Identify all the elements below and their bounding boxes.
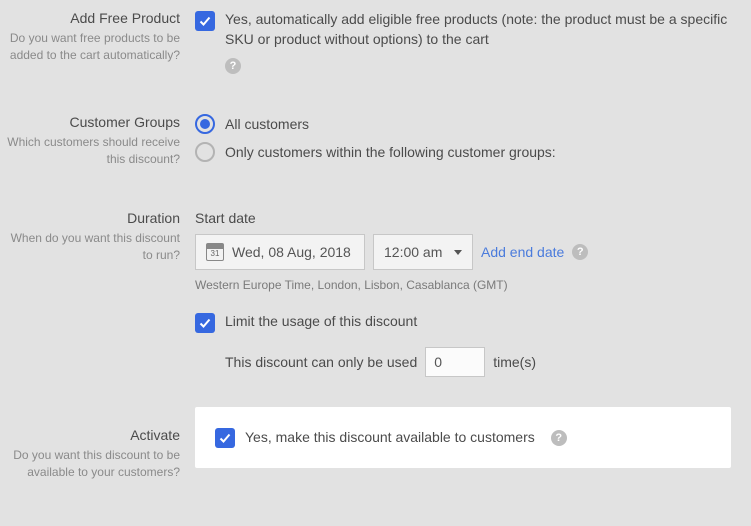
start-time-select[interactable]: 12:00 am xyxy=(373,234,473,270)
content-customer-groups: All customers Only customers within the … xyxy=(195,114,731,170)
section-add-free-product: Add Free Product Do you want free produc… xyxy=(0,10,731,74)
checkbox-label-limit: Limit the usage of this discount xyxy=(225,312,417,332)
label-sub-customer-groups: Which customers should receive this disc… xyxy=(0,134,180,168)
usage-suffix: time(s) xyxy=(493,354,536,370)
help-icon[interactable]: ? xyxy=(572,244,588,260)
start-date-input[interactable]: Wed, 08 Aug, 2018 xyxy=(195,234,365,270)
chevron-down-icon xyxy=(454,250,462,255)
usage-prefix: This discount can only be used xyxy=(225,354,417,370)
radio-only-groups[interactable] xyxy=(195,142,215,162)
checkbox-limit-usage[interactable] xyxy=(195,313,215,333)
radio-all-customers[interactable] xyxy=(195,114,215,134)
label-sub-free-product: Do you want free products to be added to… xyxy=(0,30,180,64)
checkbox-label-activate: Yes, make this discount available to cus… xyxy=(245,428,535,448)
label-col-activate: Activate Do you want this discount to be… xyxy=(0,407,195,481)
content-duration: Start date Wed, 08 Aug, 2018 12:00 am Ad… xyxy=(195,210,731,377)
help-icon[interactable]: ? xyxy=(551,430,567,446)
usage-count-input[interactable]: 0 xyxy=(425,347,485,377)
section-customer-groups: Customer Groups Which customers should r… xyxy=(0,114,731,170)
label-col-free-product: Add Free Product Do you want free produc… xyxy=(0,10,195,74)
help-icon[interactable]: ? xyxy=(225,58,241,74)
content-free-product: Yes, automatically add eligible free pro… xyxy=(195,10,731,74)
section-activate: Activate Do you want this discount to be… xyxy=(0,407,731,481)
radio-label-only: Only customers within the following cust… xyxy=(225,144,556,160)
label-col-customer-groups: Customer Groups Which customers should r… xyxy=(0,114,195,170)
label-title-duration: Duration xyxy=(0,210,180,226)
start-date-label: Start date xyxy=(195,210,731,226)
label-title-customer-groups: Customer Groups xyxy=(0,114,180,130)
timezone-note: Western Europe Time, London, Lisbon, Cas… xyxy=(195,278,731,292)
radio-label-all: All customers xyxy=(225,116,309,132)
label-sub-duration: When do you want this discount to run? xyxy=(0,230,180,264)
section-duration: Duration When do you want this discount … xyxy=(0,210,731,377)
add-end-date-link[interactable]: Add end date xyxy=(481,244,564,260)
label-col-duration: Duration When do you want this discount … xyxy=(0,210,195,377)
activate-highlight-box: Yes, make this discount available to cus… xyxy=(195,407,731,468)
checkbox-label-free-product: Yes, automatically add eligible free pro… xyxy=(225,10,731,49)
start-date-value: Wed, 08 Aug, 2018 xyxy=(232,244,351,260)
content-activate: Yes, make this discount available to cus… xyxy=(195,407,731,481)
checkbox-activate[interactable] xyxy=(215,428,235,448)
label-title-activate: Activate xyxy=(0,427,180,443)
usage-value: 0 xyxy=(434,354,442,370)
label-sub-activate: Do you want this discount to be availabl… xyxy=(0,447,180,481)
checkbox-add-free-product[interactable] xyxy=(195,11,215,31)
label-title-free-product: Add Free Product xyxy=(0,10,180,26)
start-time-value: 12:00 am xyxy=(384,244,442,260)
calendar-icon xyxy=(206,243,224,261)
